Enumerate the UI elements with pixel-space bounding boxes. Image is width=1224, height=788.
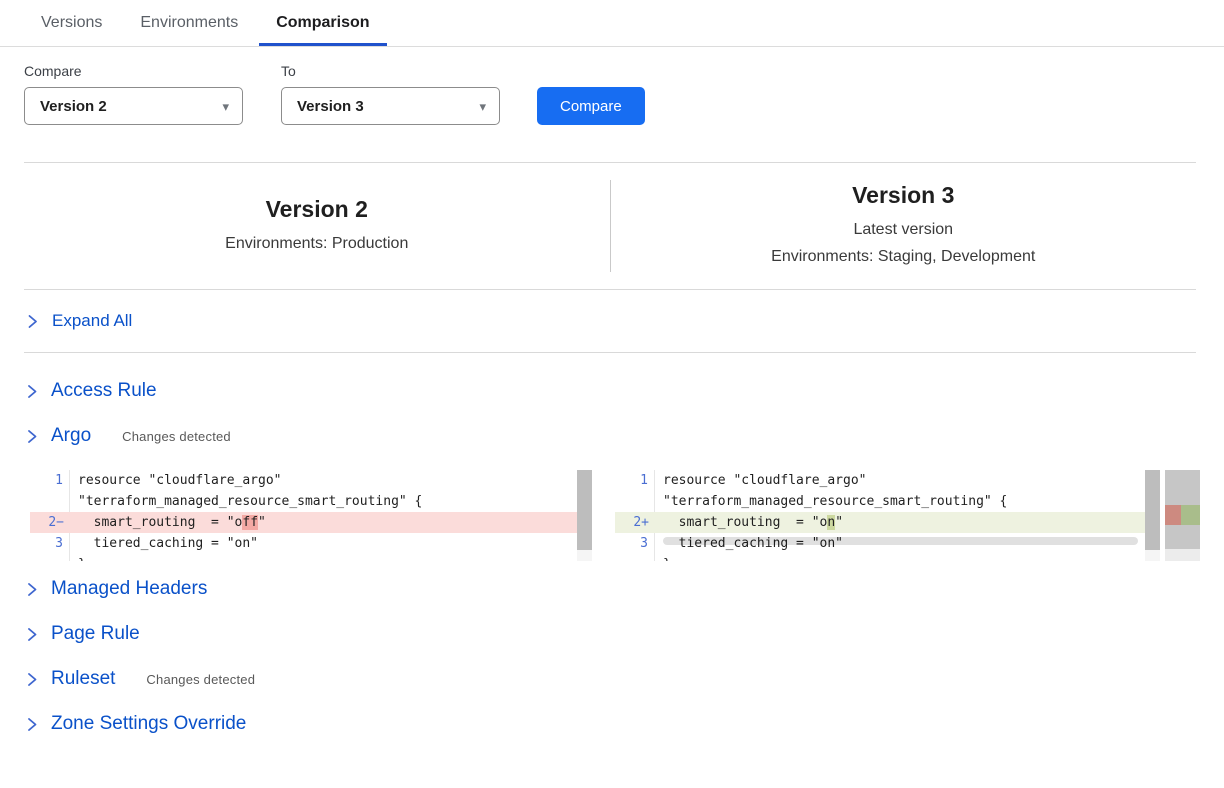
line-number [30,554,70,561]
scrollbar-thumb[interactable] [1145,470,1160,550]
section-title: Access Rule [51,380,157,402]
compare-from-value: Version 2 [40,98,107,115]
section-title: Argo [51,425,91,447]
code-line: 1resource "cloudflare_argo" [615,470,1145,491]
horizontal-scrollbar[interactable] [663,537,1138,545]
code-line: 2+ smart_routing = "on" [615,512,1145,533]
diff-viewer: 1resource "cloudflare_argo""terraform_ma… [30,470,1200,561]
changes-detected-badge: Changes detected [122,429,231,444]
added-marker [1181,505,1200,525]
compare-to-field: To Version 3 ▾ [281,63,500,125]
code-line: 1resource "cloudflare_argo" [30,470,577,491]
line-number: 3 [615,533,655,554]
compare-form: Compare Version 2 ▾ To Version 3 ▾ Compa… [0,47,1224,125]
left-version-environments: Environments: Production [24,230,610,257]
diff-panel-left: 1resource "cloudflare_argo""terraform_ma… [30,470,592,561]
section-argo[interactable]: Argo Changes detected [0,425,1224,447]
chevron-right-icon [26,582,38,597]
right-version-environments: Environments: Staging, Development [611,243,1197,270]
right-version-title: Version 3 [611,182,1197,209]
section-title: Page Rule [51,623,140,645]
code-line: } [615,554,1145,561]
line-number: 3 [30,533,70,554]
line-number: 1 [615,470,655,491]
minimap-track-end [1165,549,1200,561]
compare-from-label: Compare [24,63,243,79]
code-line: "terraform_managed_resource_smart_routin… [615,491,1145,512]
compare-to-label: To [281,63,500,79]
version-column-left: Version 2 Environments: Production [24,186,610,267]
diff-change-marker [1165,505,1200,525]
section-title: Ruleset [51,668,115,690]
changes-detected-badge: Changes detected [146,672,255,687]
right-version-subtitle: Latest version [611,216,1197,243]
chevron-right-icon [26,717,38,732]
chevron-down-icon: ▾ [479,100,486,113]
chevron-right-icon [26,627,38,642]
chevron-right-icon [26,672,38,687]
tab-bar: VersionsEnvironmentsComparison [0,0,1224,47]
compare-button[interactable]: Compare [537,87,645,125]
chevron-right-icon [26,384,38,399]
sections: Access Rule Argo Changes detected 1resource… [0,353,1224,735]
line-number: 2− [30,512,70,533]
compare-from-field: Compare Version 2 ▾ [24,63,243,125]
expand-all-label: Expand All [52,311,132,331]
tab-comparison[interactable]: Comparison [259,0,386,46]
chevron-right-icon [26,314,39,329]
section-ruleset[interactable]: Ruleset Changes detected [0,668,1224,690]
scrollbar-thumb[interactable] [577,470,592,550]
diff-panel-right: 1resource "cloudflare_argo""terraform_ma… [615,470,1200,561]
line-number [615,554,655,561]
version-column-right: Version 3 Latest version Environments: S… [611,172,1197,280]
code-area: 1resource "cloudflare_argo""terraform_ma… [615,470,1145,561]
section-zone-settings-override[interactable]: Zone Settings Override [0,713,1224,735]
left-version-title: Version 2 [24,196,610,223]
removed-marker [1165,505,1181,525]
section-title: Managed Headers [51,578,207,600]
line-number: 1 [30,470,70,491]
section-page-rule[interactable]: Page Rule [0,623,1224,645]
code-line: 2− smart_routing = "off" [30,512,577,533]
code-line: "terraform_managed_resource_smart_routin… [30,491,577,512]
line-number [30,491,70,512]
line-number [615,491,655,512]
code-area: 1resource "cloudflare_argo""terraform_ma… [30,470,577,561]
section-title: Zone Settings Override [51,713,246,735]
expand-all-toggle[interactable]: Expand All [0,290,1224,352]
tab-environments[interactable]: Environments [123,0,255,46]
code-line: 3 tiered_caching = "on" [30,533,577,554]
section-access-rule[interactable]: Access Rule [0,380,1224,402]
section-managed-headers[interactable]: Managed Headers [0,578,1224,600]
compare-to-select[interactable]: Version 3 ▾ [281,87,500,125]
vertical-scrollbar[interactable] [1145,470,1160,561]
chevron-down-icon: ▾ [222,100,229,113]
chevron-right-icon [26,429,38,444]
version-comparison-header: Version 2 Environments: Production Versi… [24,163,1196,289]
line-number: 2+ [615,512,655,533]
code-line: } [30,554,577,561]
tab-versions[interactable]: Versions [24,0,119,46]
compare-to-value: Version 3 [297,98,364,115]
vertical-scrollbar[interactable] [577,470,592,561]
compare-from-select[interactable]: Version 2 ▾ [24,87,243,125]
diff-overview-minimap[interactable] [1165,470,1200,561]
